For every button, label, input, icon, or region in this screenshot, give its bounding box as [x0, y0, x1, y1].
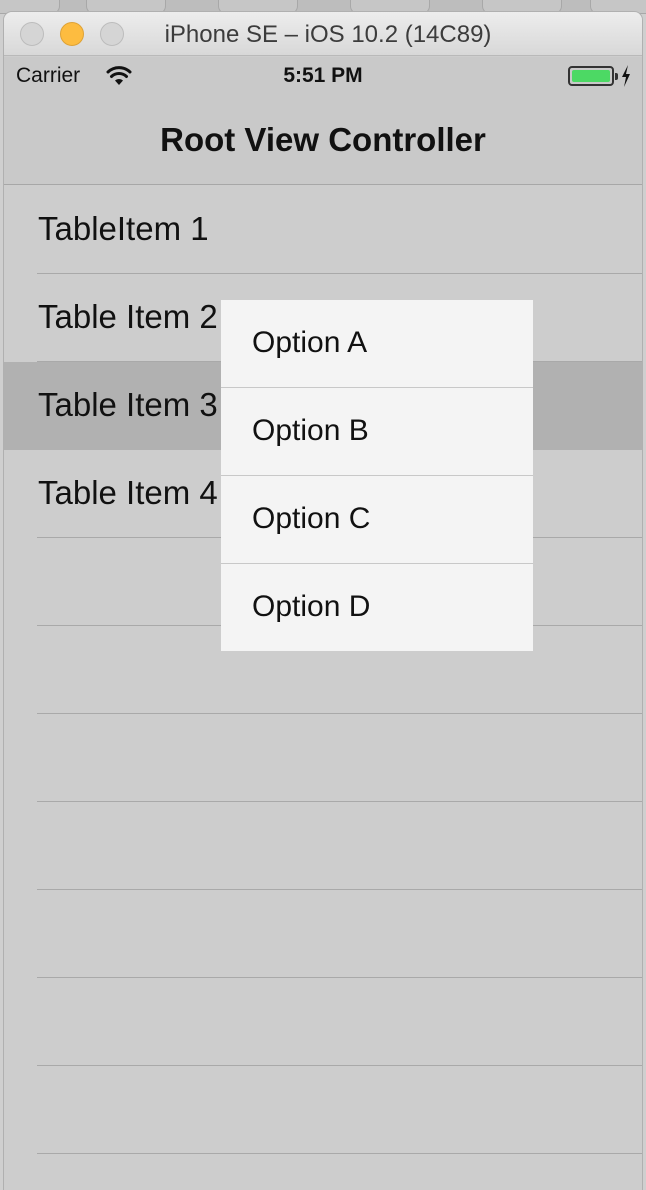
ios-status-bar: Carrier 5:51 PM — [4, 57, 642, 95]
table-row[interactable]: TableItem 1 — [4, 186, 642, 274]
nav-title: Root View Controller — [160, 121, 486, 158]
menu-option-c[interactable]: Option C — [221, 476, 533, 564]
row-label: Table Item 4 — [38, 474, 218, 511]
charging-bolt-icon — [622, 65, 630, 87]
row-label: Table Item 2 — [38, 298, 218, 335]
row-label: Table Item 3 — [38, 386, 218, 423]
options-popup-menu: Option A Option B Option C Option D — [221, 300, 533, 651]
option-label: Option D — [252, 590, 371, 623]
battery-level — [572, 70, 610, 82]
table-row-empty[interactable] — [4, 802, 642, 890]
menu-option-b[interactable]: Option B — [221, 388, 533, 476]
table-row-empty[interactable] — [4, 890, 642, 978]
option-label: Option B — [252, 414, 369, 447]
battery-nub — [615, 73, 618, 80]
row-separator — [37, 1153, 642, 1154]
simulator-window: iPhone SE – iOS 10.2 (14C89) Carrier 5:5… — [4, 12, 642, 1190]
option-label: Option C — [252, 502, 371, 535]
status-time: 5:51 PM — [283, 64, 363, 87]
window-titlebar[interactable]: iPhone SE – iOS 10.2 (14C89) — [4, 12, 642, 56]
option-label: Option A — [252, 326, 368, 359]
table-row-empty[interactable] — [4, 1066, 642, 1154]
battery-icon — [568, 66, 618, 86]
menu-option-a[interactable]: Option A — [221, 300, 533, 388]
row-label: TableItem 1 — [38, 210, 209, 247]
table-row-empty[interactable] — [4, 978, 642, 1066]
table-row-empty[interactable] — [4, 714, 642, 802]
navigation-bar: Root View Controller — [4, 95, 642, 185]
window-title: iPhone SE – iOS 10.2 (14C89) — [164, 21, 492, 48]
menu-option-d[interactable]: Option D — [221, 564, 533, 651]
